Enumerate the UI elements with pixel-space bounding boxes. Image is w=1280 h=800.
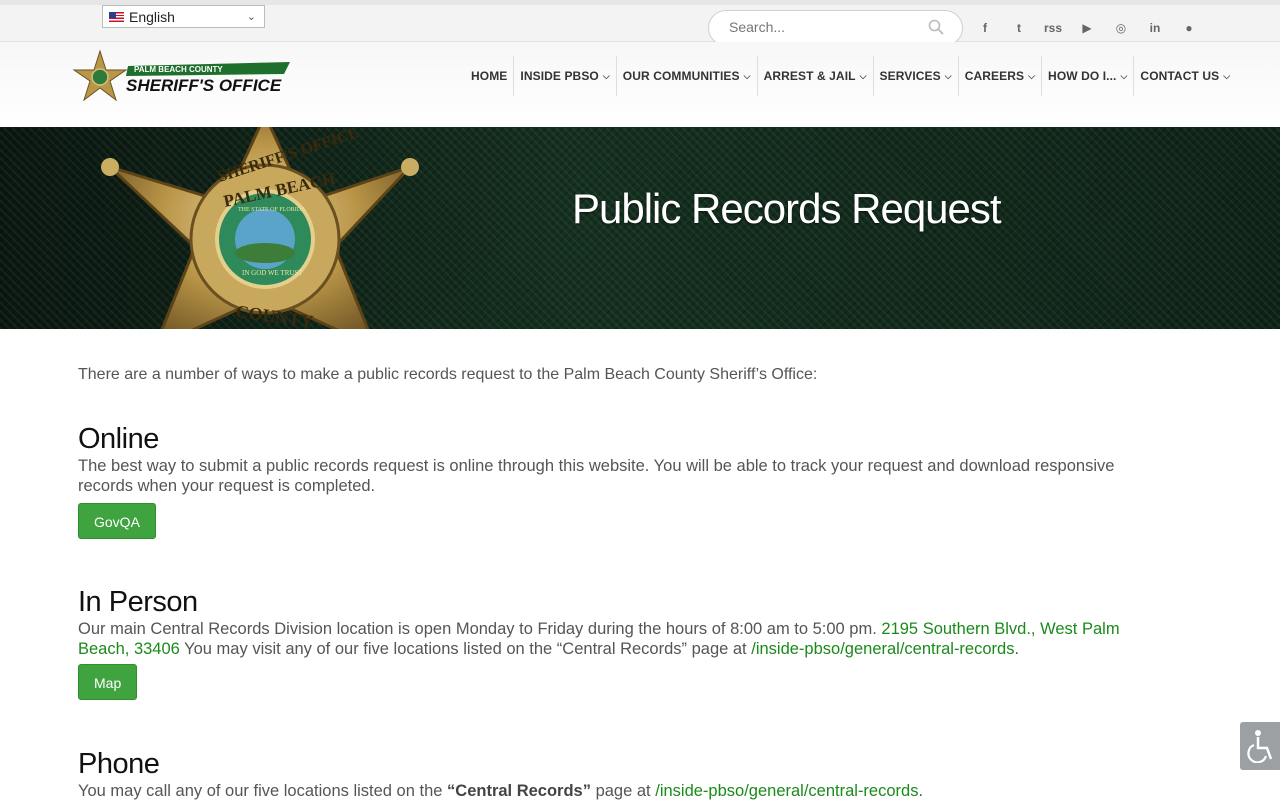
rss-icon[interactable]: rss [1036,17,1070,39]
chevron-down-icon: ⌵ [859,70,867,81]
nav-item-services[interactable]: SERVICES ⌵ [872,56,958,96]
language-selector[interactable]: English ⌄ [102,5,265,28]
language-label: English [129,8,175,25]
chevron-down-icon: ⌵ [1028,70,1036,81]
reddit-icon[interactable]: ● [1172,17,1206,39]
us-flag-icon [109,11,124,22]
phone-section: Phone You may call any of our five locat… [78,747,923,800]
phone-text-start: You may call any of our five locations l… [78,782,448,800]
phone-central-records-link[interactable]: /inside-pbso/general/central-records [655,782,918,800]
online-text: The best way to submit a public records … [78,457,1115,495]
twitter-icon[interactable]: t [1002,17,1036,39]
pbso-logo[interactable]: PALM BEACH COUNTY SHERIFF'S OFFICE [70,48,295,108]
chevron-down-icon: ⌵ [1223,70,1231,81]
map-button[interactable]: Map [78,664,138,700]
nav-item-inside-pbso[interactable]: INSIDE PBSO ⌵ [513,56,615,96]
in-person-text-middle: You may visit any of our five locations … [179,640,752,658]
badge-seal-text: THE STATE OF FLORIDA [238,207,306,213]
nav-item-label: INSIDE PBSO [520,69,599,83]
intro-text: There are a number of ways to make a pub… [78,366,818,383]
nav-item-label: HOW DO I... [1048,69,1117,83]
main-navigation: HOME INSIDE PBSO ⌵ OUR COMMUNITIES ⌵ ARREST &… [465,56,1236,96]
phone-text: You may call any of our five locations l… [78,781,923,800]
nav-item-label: OUR COMMUNITIES [622,69,740,83]
in-person-text: Our main Central Records Division locati… [78,619,1163,659]
wheelchair-icon [1247,730,1273,763]
chevron-down-icon: ⌵ [1120,70,1128,81]
phone-text-end: . [918,782,924,800]
chevron-down-icon: ⌵ [944,70,952,81]
phone-text-middle: page at [591,782,656,800]
facebook-icon[interactable]: f [968,17,1002,39]
nav-item-label: CONTACT US [1140,69,1220,83]
sheriff-star-badge-image: SHERIFF'S OFFICE PALM BEACH THE STATE OF… [101,127,419,329]
chevron-down-icon: ⌵ [743,70,751,81]
logo-office-text: SHERIFF'S OFFICE [126,76,282,95]
central-records-link[interactable]: /inside-pbso/general/central-records [751,640,1014,658]
nav-item-our-communities[interactable]: OUR COMMUNITIES ⌵ [615,56,757,96]
phone-heading: Phone [78,748,160,780]
linkedin-icon[interactable]: in [1138,17,1172,39]
logo-county-text: PALM BEACH COUNTY [134,65,223,74]
instagram-icon[interactable]: ◎ [1104,17,1138,39]
nav-item-arrest-jail[interactable]: ARREST & JAIL ⌵ [756,56,873,96]
in-person-heading: In Person [78,586,198,618]
nav-item-contact-us[interactable]: CONTACT US ⌵ [1133,56,1236,96]
phone-text-bold: “Central Records” [447,782,591,800]
chevron-down-icon: ⌄ [246,11,256,23]
online-heading: Online [78,423,159,455]
search-input[interactable] [729,19,919,35]
nav-item-label: CAREERS [964,69,1025,83]
youtube-icon[interactable]: ▶ [1070,17,1104,39]
nav-item-how-do-i[interactable]: HOW DO I... ⌵ [1041,56,1133,96]
page-banner: SHERIFF'S OFFICE PALM BEACH THE STATE OF… [0,127,1280,329]
in-person-text-end: . [1014,640,1020,658]
social-links: f t rss ▶ ◎ in ● [968,17,1206,39]
search-icon[interactable] [928,19,944,35]
nav-item-label: SERVICES [879,69,941,83]
nav-item-label: HOME [471,69,508,83]
top-utility-bar: English ⌄ ftrss▶◎in● [0,0,1280,46]
online-section: Online The best way to submit a public r… [78,422,1158,539]
site-header: PALM BEACH COUNTY SHERIFF'S OFFICE HOME I… [0,42,1280,127]
accessibility-button[interactable] [1240,722,1280,770]
nav-item-home[interactable]: HOME [465,56,513,96]
in-person-text-start: Our main Central Records Division locati… [78,620,882,638]
page-title: Public Records Request [572,185,1002,232]
govqa-button[interactable]: GovQA [78,503,156,539]
main-content: There are a number of ways to make a pub… [78,362,1168,800]
in-person-section: In Person Our main Central Records Divis… [78,585,1163,700]
search-box [708,10,963,46]
nav-item-label: ARREST & JAIL [763,69,856,83]
badge-motto-text: IN GOD WE TRUST [242,269,303,277]
nav-item-careers[interactable]: CAREERS ⌵ [957,56,1041,96]
chevron-down-icon: ⌵ [602,70,610,81]
